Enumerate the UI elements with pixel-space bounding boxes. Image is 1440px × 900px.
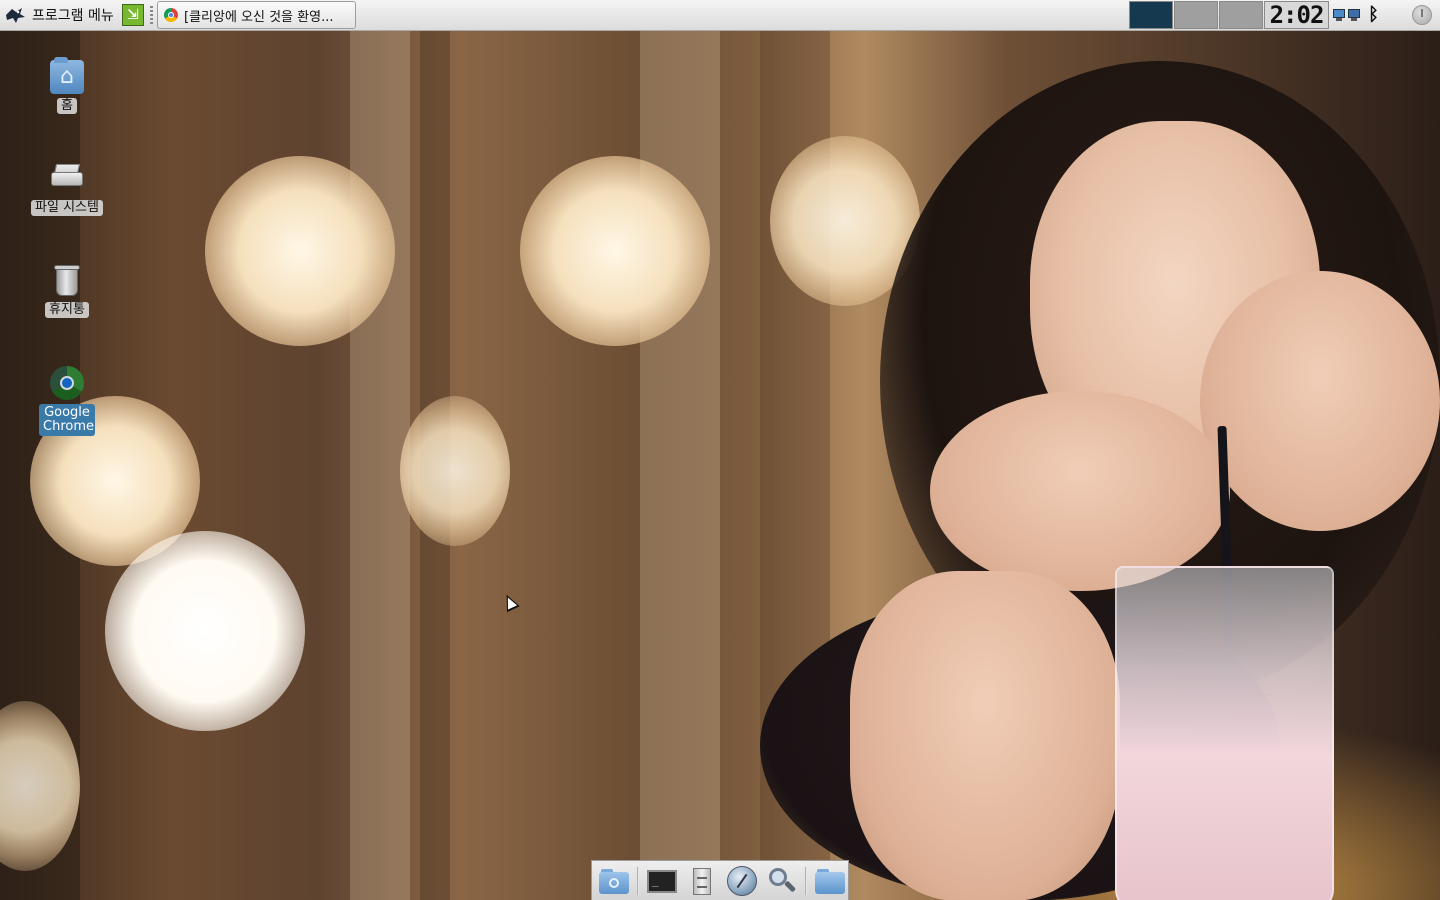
file-cabinet-icon[interactable] — [685, 866, 719, 896]
trash-icon — [50, 264, 84, 298]
exit-icon[interactable]: ⇲ — [122, 4, 144, 26]
drive-icon — [50, 162, 84, 196]
workspace-1[interactable] — [1129, 1, 1173, 29]
power-icon[interactable] — [1412, 5, 1432, 25]
dock-separator — [805, 866, 807, 895]
home-folder-icon — [50, 57, 84, 94]
bluetooth-icon[interactable]: ᛒ — [1365, 6, 1382, 24]
dock-separator — [637, 866, 639, 895]
system-tray: ᛒ — [1331, 1, 1382, 29]
top-panel: 프로그램 메뉴 ⇲ [클리앙에 오신 것을 환영... 2:02 ᛒ — [0, 0, 1440, 31]
bottom-dock — [591, 860, 849, 900]
workspace-3[interactable] — [1219, 1, 1263, 29]
web-browser-icon[interactable] — [725, 865, 759, 896]
panel-handle[interactable] — [150, 6, 153, 24]
desktop-icon-label: Google Chrome — [39, 404, 95, 436]
terminal-icon[interactable] — [645, 866, 679, 896]
chrome-icon — [164, 8, 178, 22]
taskbar-window-title: [클리앙에 오신 것을 환영... — [184, 9, 334, 25]
mouse-logo-icon — [4, 6, 26, 24]
desktop-icon-label: 파일 시스템 — [31, 200, 103, 216]
desktop-icon-label: 홈 — [57, 98, 77, 114]
desktop-icon-filesystem[interactable]: 파일 시스템 — [17, 162, 117, 216]
desktop-icon-trash[interactable]: 휴지통 — [17, 264, 117, 318]
network-icon[interactable] — [1346, 6, 1363, 24]
folder-search-icon[interactable] — [597, 866, 631, 896]
desktop-icon-label: 휴지통 — [45, 302, 89, 318]
google-chrome-icon — [50, 366, 84, 400]
desktop-icon-home[interactable]: 홈 — [17, 57, 117, 114]
applications-menu-label: 프로그램 메뉴 — [32, 8, 114, 24]
workspace-2[interactable] — [1174, 1, 1218, 29]
folder-icon[interactable] — [813, 866, 847, 896]
desktop-icon-google-chrome[interactable]: Google Chrome — [17, 366, 117, 436]
desktop-wallpaper — [0, 31, 1440, 900]
panel-clock[interactable]: 2:02 — [1264, 1, 1329, 29]
taskbar-window-button[interactable]: [클리앙에 오신 것을 환영... — [157, 1, 356, 29]
applications-menu-button[interactable]: 프로그램 메뉴 — [4, 3, 114, 27]
search-icon[interactable] — [765, 866, 799, 896]
